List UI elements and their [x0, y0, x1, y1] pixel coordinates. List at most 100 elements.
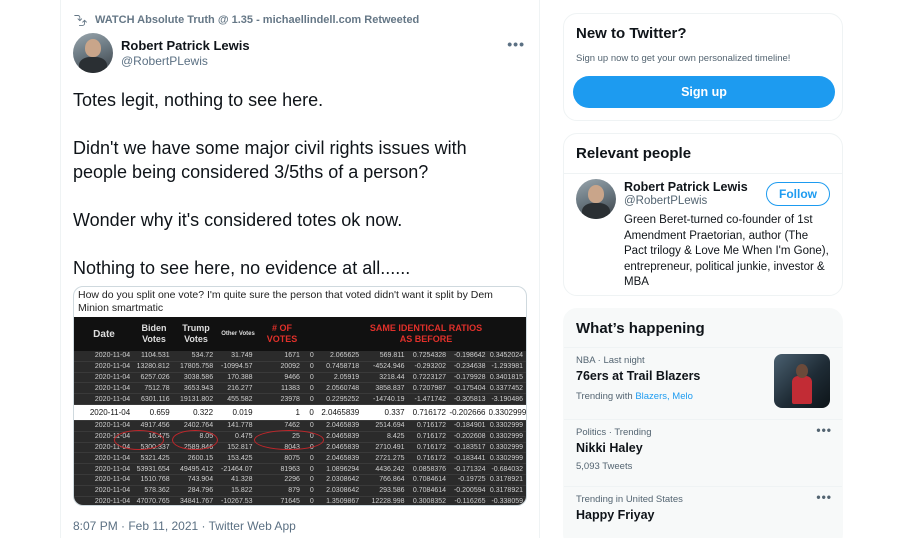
sheet-cell: 2020-11-04 [94, 395, 131, 403]
sheet-cell: -0.338059 [491, 497, 523, 505]
trend-item[interactable]: ••• Trending in United States Happy Friy… [576, 490, 832, 522]
sheet-cell: 81963 [280, 465, 300, 473]
trend-item[interactable]: ••• Politics · Trending Nikki Haley 5,09… [576, 423, 832, 472]
person-avatar[interactable] [576, 179, 616, 219]
sheet-cell: -0.202666 [449, 407, 486, 417]
sheet-cell: 2402.764 [183, 422, 214, 430]
sheet-cell: -14740.19 [373, 395, 405, 403]
sheet-row: 2020-11-04 13280.812 17805.758 -10994.57 200… [74, 362, 526, 373]
sheet-cell: 0.3302999 [489, 443, 523, 451]
author-handle[interactable]: @RobertPLewis [121, 54, 208, 68]
sheet-cell: 2.0560748 [326, 384, 360, 392]
sheet-cell: 2.0308642 [326, 487, 360, 495]
sheet-cell: 2020-11-04 [94, 487, 131, 495]
tweet-paragraph: Wonder why it's considered totes ok now. [73, 210, 403, 230]
sheet-cell: 0 [309, 407, 314, 417]
sheet-cell: 152.817 [227, 443, 253, 451]
divider [564, 486, 842, 487]
sheet-cell: 2514.694 [375, 422, 405, 430]
divider [564, 347, 842, 348]
sheet-cell: 0.716172 [416, 433, 447, 441]
sheet-row: 2020-11-04 6257.026 3038.586 170.388 9466 0 2.… [74, 373, 526, 384]
sheet-cell: 455.582 [227, 395, 253, 403]
sheet-cell: 0 [309, 422, 314, 430]
sheet-cell: -0.183517 [453, 443, 486, 451]
trend-more-icon[interactable]: ••• [816, 490, 832, 504]
trend-extra: Trending with Blazers, Melo [576, 391, 766, 402]
sheet-header: Date Biden Votes Trump Votes Other Votes… [74, 317, 526, 351]
sheet-cell: 0.7207987 [412, 384, 447, 392]
sheet-cell: 284.796 [187, 487, 214, 495]
sheet-cell: -10267.53 [221, 497, 253, 505]
sheet-row: 2020-11-04 7512.78 3653.943 216.277 11383 0 2.… [74, 383, 526, 395]
sheet-row: 2020-11-04 1104.531 534.72 31.749 1671 0 2.065… [74, 351, 526, 362]
divider [564, 173, 842, 174]
trend-item[interactable]: NBA · Last night 76ers at Trail Blazers … [576, 355, 766, 402]
more-options-icon[interactable]: ••• [507, 36, 525, 52]
sheet-cell: 0 [309, 497, 314, 505]
sheet-cell: 0.2295252 [326, 395, 360, 403]
sheet-cell: 7512.78 [144, 384, 170, 392]
sheet-cell: 2296 [284, 476, 300, 484]
follow-button[interactable]: Follow [766, 182, 830, 206]
sheet-cell: 569.811 [379, 352, 405, 360]
sheet-cell: 2.0465839 [326, 443, 360, 451]
retweet-label: WATCH Absolute Truth @ 1.35 - michaellin… [95, 14, 420, 26]
sheet-cell: 2.0465839 [321, 407, 360, 417]
sheet-cell: 0.3377452 [489, 384, 523, 392]
sheet-cell: 41.328 [231, 476, 253, 484]
sheet-cell: 578.362 [144, 487, 170, 495]
trend-thumbnail[interactable] [774, 354, 830, 408]
sheet-cell: 216.277 [227, 384, 253, 392]
trends-panel: What’s happening NBA · Last night 76ers … [563, 308, 843, 538]
sheet-cell: 23978 [280, 395, 300, 403]
sheet-cell: -21464.07 [221, 465, 253, 473]
sheet-cell: 34841.767 [180, 497, 214, 505]
sheet-cell: 153.425 [227, 454, 253, 462]
signup-subtitle: Sign up now to get your own personalized… [576, 53, 791, 64]
signup-title: New to Twitter? [576, 25, 687, 42]
retweet-context[interactable]: WATCH Absolute Truth @ 1.35 - michaellin… [73, 13, 419, 27]
sheet-cell: 2020-11-04 [94, 373, 131, 381]
sheet-cell: 1104.531 [140, 352, 170, 360]
sheet-cell: 0 [309, 465, 314, 473]
author-avatar[interactable] [73, 33, 113, 73]
spreadsheet-image: Date Biden Votes Trump Votes Other Votes… [74, 317, 527, 505]
person-handle[interactable]: @RobertPLewis [624, 195, 707, 207]
sheet-cell: 0.7223127 [412, 373, 447, 381]
tweet-media-image[interactable]: How do you split one vote? I'm quite sur… [73, 286, 527, 506]
sheet-cell: -4524.946 [373, 363, 405, 371]
sheet-cell: -10994.57 [221, 363, 253, 371]
trend-related-links[interactable]: Blazers, Melo [635, 391, 693, 402]
sheet-cell: 0.716172 [416, 422, 447, 430]
trend-meta: NBA · Last night [576, 355, 645, 366]
sheet-cell: 766.864 [379, 476, 405, 484]
sheet-cell: 0.7254328 [412, 352, 447, 360]
author-name[interactable]: Robert Patrick Lewis [121, 38, 250, 53]
trend-tweet-count: 5,093 Tweets [576, 461, 633, 472]
person-name[interactable]: Robert Patrick Lewis [624, 180, 748, 194]
tweet-paragraph: Didn't we have some major civil rights i… [73, 138, 467, 182]
sheet-cell: 534.72 [191, 352, 214, 360]
sheet-cell: 0.3302999 [488, 407, 527, 417]
sheet-cell: 53931.654 [136, 465, 170, 473]
trend-extra-prefix: Trending with [576, 391, 636, 402]
trend-topic: Happy Friyay [576, 508, 655, 522]
tweet-column: WATCH Absolute Truth @ 1.35 - michaellin… [60, 0, 540, 538]
trend-meta: Trending in United States [576, 494, 683, 505]
sheet-cell: -0.116265 [454, 497, 486, 505]
sheet-cell: 0 [309, 454, 314, 462]
sheet-cell: 2.065625 [329, 352, 360, 360]
signup-button[interactable]: Sign up [573, 76, 835, 108]
trend-more-icon[interactable]: ••• [816, 423, 832, 437]
signup-panel: New to Twitter? Sign up now to get your … [563, 13, 843, 121]
sheet-cell: 17805.758 [180, 363, 214, 371]
sheet-cell: 19131.802 [180, 395, 214, 403]
sheet-rows: 2020-11-04 1104.531 534.72 31.749 1671 0 2.065… [74, 351, 527, 505]
sheet-row: 2020-11-04 6301.116 19131.802 455.582 23978 0… [74, 394, 526, 405]
sheet-cell: 0.3178921 [489, 476, 523, 484]
tweet-timestamp[interactable]: 8:07 PM · Feb 11, 2021 · Twitter Web App [73, 519, 296, 533]
highlight-ring [172, 430, 218, 450]
sheet-cell: 141.778 [227, 422, 253, 430]
relevant-people-title: Relevant people [576, 145, 692, 162]
